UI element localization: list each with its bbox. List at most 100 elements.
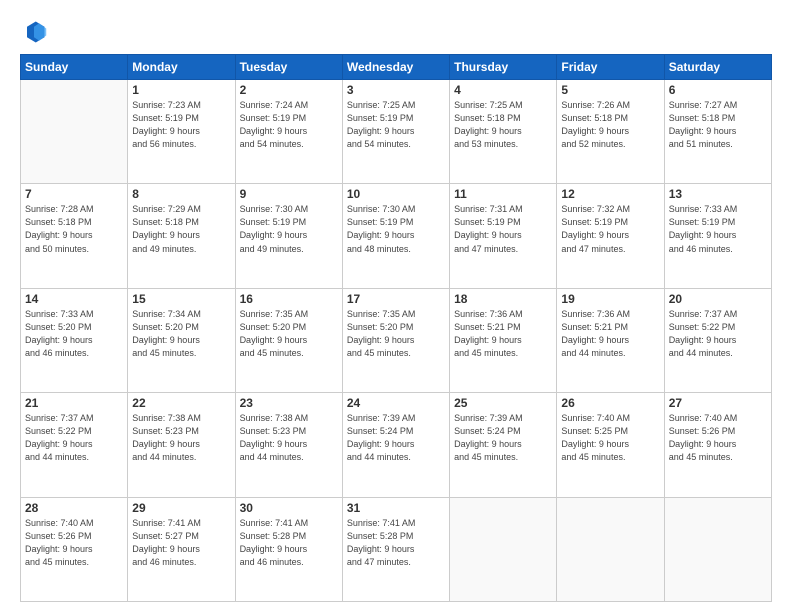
day-number: 10 <box>347 187 445 201</box>
day-info: Sunrise: 7:31 AM Sunset: 5:19 PM Dayligh… <box>454 203 552 255</box>
calendar-cell: 30 Sunrise: 7:41 AM Sunset: 5:28 PM Dayli… <box>235 497 342 601</box>
calendar-cell: 28Sunrise: 7:40 AM Sunset: 5:26 PM Dayli… <box>21 497 128 601</box>
calendar-cell: 7Sunrise: 7:28 AM Sunset: 5:18 PM Daylig… <box>21 184 128 288</box>
calendar-cell: 16 Sunrise: 7:35 AM Sunset: 5:20 PM Dayli… <box>235 288 342 392</box>
day-info: Sunrise: 7:29 AM Sunset: 5:18 PM Dayligh… <box>132 203 230 255</box>
weekday-header-thursday: Thursday <box>450 55 557 80</box>
day-number: 16 <box>240 292 338 306</box>
day-number: 3 <box>347 83 445 97</box>
weekday-header-sunday: Sunday <box>21 55 128 80</box>
calendar-cell: 3 Sunrise: 7:25 AM Sunset: 5:19 PM Daylig… <box>342 80 449 184</box>
day-info: Sunrise: 7:41 AM Sunset: 5:28 PM Dayligh… <box>347 517 445 569</box>
day-info: Sunrise: 7:33 AM Sunset: 5:20 PM Dayligh… <box>25 308 123 360</box>
day-info: Sunrise: 7:23 AM Sunset: 5:19 PM Dayligh… <box>132 99 230 151</box>
day-number: 2 <box>240 83 338 97</box>
day-info: Sunrise: 7:26 AM Sunset: 5:18 PM Dayligh… <box>561 99 659 151</box>
calendar-week-row: 1 Sunrise: 7:23 AM Sunset: 5:19 PM Daylig… <box>21 80 772 184</box>
day-number: 1 <box>132 83 230 97</box>
calendar-cell: 10 Sunrise: 7:30 AM Sunset: 5:19 PM Dayli… <box>342 184 449 288</box>
day-info: Sunrise: 7:38 AM Sunset: 5:23 PM Dayligh… <box>240 412 338 464</box>
day-info: Sunrise: 7:39 AM Sunset: 5:24 PM Dayligh… <box>454 412 552 464</box>
page: SundayMondayTuesdayWednesdayThursdayFrid… <box>0 0 792 612</box>
day-number: 5 <box>561 83 659 97</box>
calendar-cell: 26 Sunrise: 7:40 AM Sunset: 5:25 PM Dayli… <box>557 393 664 497</box>
calendar-cell: 22 Sunrise: 7:38 AM Sunset: 5:23 PM Dayli… <box>128 393 235 497</box>
day-info: Sunrise: 7:37 AM Sunset: 5:22 PM Dayligh… <box>25 412 123 464</box>
day-info: Sunrise: 7:36 AM Sunset: 5:21 PM Dayligh… <box>561 308 659 360</box>
weekday-header-saturday: Saturday <box>664 55 771 80</box>
day-info: Sunrise: 7:36 AM Sunset: 5:21 PM Dayligh… <box>454 308 552 360</box>
day-info: Sunrise: 7:32 AM Sunset: 5:19 PM Dayligh… <box>561 203 659 255</box>
calendar-cell: 29Sunrise: 7:41 AM Sunset: 5:27 PM Dayli… <box>128 497 235 601</box>
calendar-cell <box>21 80 128 184</box>
day-info: Sunrise: 7:34 AM Sunset: 5:20 PM Dayligh… <box>132 308 230 360</box>
calendar-cell: 1 Sunrise: 7:23 AM Sunset: 5:19 PM Daylig… <box>128 80 235 184</box>
calendar-cell <box>557 497 664 601</box>
day-number: 8 <box>132 187 230 201</box>
day-number: 22 <box>132 396 230 410</box>
day-info: Sunrise: 7:40 AM Sunset: 5:26 PM Dayligh… <box>669 412 767 464</box>
day-info: Sunrise: 7:41 AM Sunset: 5:28 PM Dayligh… <box>240 517 338 569</box>
calendar-cell: 17Sunrise: 7:35 AM Sunset: 5:20 PM Dayli… <box>342 288 449 392</box>
day-number: 23 <box>240 396 338 410</box>
day-number: 19 <box>561 292 659 306</box>
calendar-week-row: 14Sunrise: 7:33 AM Sunset: 5:20 PM Dayli… <box>21 288 772 392</box>
day-number: 27 <box>669 396 767 410</box>
weekday-header-friday: Friday <box>557 55 664 80</box>
day-number: 18 <box>454 292 552 306</box>
calendar-cell: 27 Sunrise: 7:40 AM Sunset: 5:26 PM Dayli… <box>664 393 771 497</box>
calendar-cell: 25 Sunrise: 7:39 AM Sunset: 5:24 PM Dayli… <box>450 393 557 497</box>
calendar-cell: 20 Sunrise: 7:37 AM Sunset: 5:22 PM Dayli… <box>664 288 771 392</box>
day-number: 6 <box>669 83 767 97</box>
day-info: Sunrise: 7:27 AM Sunset: 5:18 PM Dayligh… <box>669 99 767 151</box>
logo-icon <box>20 18 48 46</box>
calendar-cell: 19 Sunrise: 7:36 AM Sunset: 5:21 PM Dayli… <box>557 288 664 392</box>
calendar-cell: 2 Sunrise: 7:24 AM Sunset: 5:19 PM Daylig… <box>235 80 342 184</box>
day-info: Sunrise: 7:37 AM Sunset: 5:22 PM Dayligh… <box>669 308 767 360</box>
day-info: Sunrise: 7:30 AM Sunset: 5:19 PM Dayligh… <box>240 203 338 255</box>
day-number: 29 <box>132 501 230 515</box>
day-number: 25 <box>454 396 552 410</box>
calendar-cell: 14Sunrise: 7:33 AM Sunset: 5:20 PM Dayli… <box>21 288 128 392</box>
calendar-week-row: 7Sunrise: 7:28 AM Sunset: 5:18 PM Daylig… <box>21 184 772 288</box>
day-info: Sunrise: 7:25 AM Sunset: 5:18 PM Dayligh… <box>454 99 552 151</box>
day-info: Sunrise: 7:33 AM Sunset: 5:19 PM Dayligh… <box>669 203 767 255</box>
calendar-cell: 9 Sunrise: 7:30 AM Sunset: 5:19 PM Daylig… <box>235 184 342 288</box>
day-info: Sunrise: 7:30 AM Sunset: 5:19 PM Dayligh… <box>347 203 445 255</box>
day-info: Sunrise: 7:38 AM Sunset: 5:23 PM Dayligh… <box>132 412 230 464</box>
calendar-cell: 5 Sunrise: 7:26 AM Sunset: 5:18 PM Daylig… <box>557 80 664 184</box>
day-number: 28 <box>25 501 123 515</box>
calendar-cell: 24Sunrise: 7:39 AM Sunset: 5:24 PM Dayli… <box>342 393 449 497</box>
day-number: 31 <box>347 501 445 515</box>
calendar-cell: 21 Sunrise: 7:37 AM Sunset: 5:22 PM Dayli… <box>21 393 128 497</box>
calendar-cell: 23 Sunrise: 7:38 AM Sunset: 5:23 PM Dayli… <box>235 393 342 497</box>
day-number: 7 <box>25 187 123 201</box>
day-number: 4 <box>454 83 552 97</box>
calendar-cell: 12 Sunrise: 7:32 AM Sunset: 5:19 PM Dayli… <box>557 184 664 288</box>
calendar-cell: 4 Sunrise: 7:25 AM Sunset: 5:18 PM Daylig… <box>450 80 557 184</box>
header <box>20 18 772 46</box>
calendar-cell: 6 Sunrise: 7:27 AM Sunset: 5:18 PM Daylig… <box>664 80 771 184</box>
day-number: 26 <box>561 396 659 410</box>
day-number: 15 <box>132 292 230 306</box>
day-info: Sunrise: 7:39 AM Sunset: 5:24 PM Dayligh… <box>347 412 445 464</box>
day-info: Sunrise: 7:25 AM Sunset: 5:19 PM Dayligh… <box>347 99 445 151</box>
day-number: 12 <box>561 187 659 201</box>
calendar-cell: 13 Sunrise: 7:33 AM Sunset: 5:19 PM Dayli… <box>664 184 771 288</box>
calendar-week-row: 28Sunrise: 7:40 AM Sunset: 5:26 PM Dayli… <box>21 497 772 601</box>
calendar-cell: 11 Sunrise: 7:31 AM Sunset: 5:19 PM Dayli… <box>450 184 557 288</box>
weekday-header-row: SundayMondayTuesdayWednesdayThursdayFrid… <box>21 55 772 80</box>
day-number: 11 <box>454 187 552 201</box>
day-number: 21 <box>25 396 123 410</box>
day-number: 13 <box>669 187 767 201</box>
calendar-week-row: 21 Sunrise: 7:37 AM Sunset: 5:22 PM Dayli… <box>21 393 772 497</box>
day-info: Sunrise: 7:35 AM Sunset: 5:20 PM Dayligh… <box>240 308 338 360</box>
day-number: 30 <box>240 501 338 515</box>
calendar-cell <box>664 497 771 601</box>
day-number: 9 <box>240 187 338 201</box>
day-info: Sunrise: 7:40 AM Sunset: 5:25 PM Dayligh… <box>561 412 659 464</box>
day-number: 17 <box>347 292 445 306</box>
day-number: 20 <box>669 292 767 306</box>
day-info: Sunrise: 7:24 AM Sunset: 5:19 PM Dayligh… <box>240 99 338 151</box>
calendar-cell: 8 Sunrise: 7:29 AM Sunset: 5:18 PM Daylig… <box>128 184 235 288</box>
